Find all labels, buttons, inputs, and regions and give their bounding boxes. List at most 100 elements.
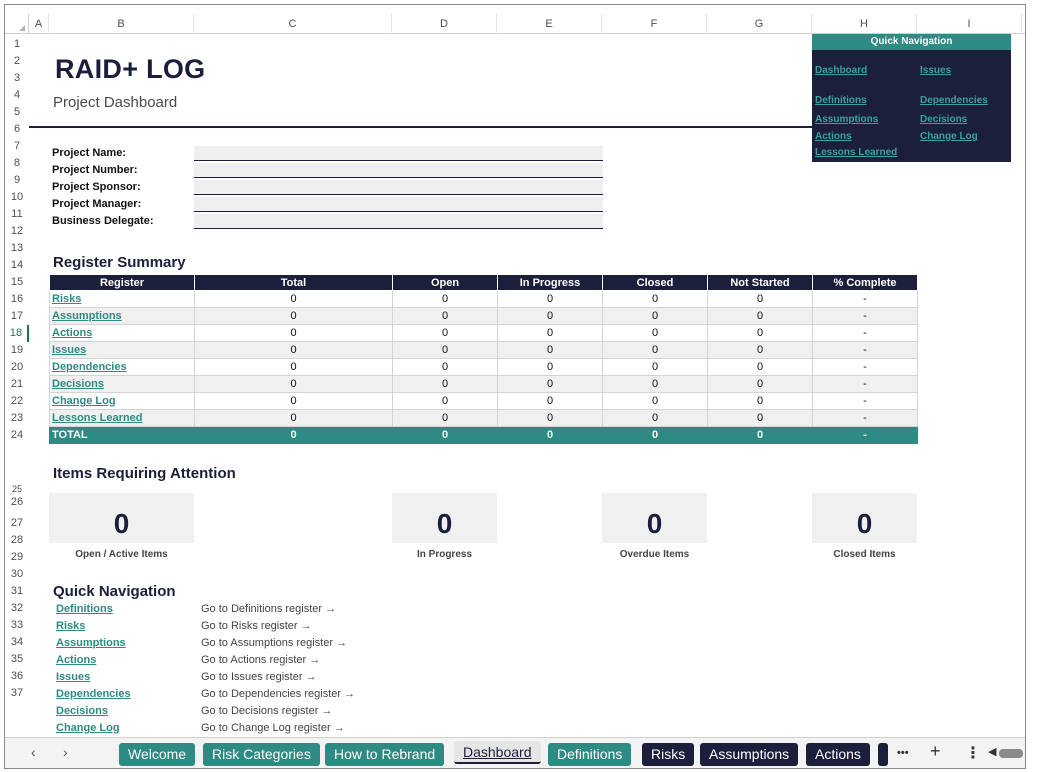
register-link[interactable]: Issues (52, 344, 86, 356)
row-header-17[interactable]: 17 (5, 308, 29, 325)
select-all-corner[interactable] (5, 14, 29, 34)
tab-scroll-prev-icon[interactable]: ‹ (31, 744, 36, 760)
qnav-link-definitions[interactable]: Definitions (815, 95, 867, 106)
row-header-37[interactable]: 37 (5, 685, 29, 702)
business-delegate-field[interactable] (194, 214, 603, 229)
qnav-link-change-log[interactable]: Change Log (920, 131, 978, 142)
quick-nav-link[interactable]: Risks (56, 620, 85, 632)
row-header-23[interactable]: 23 (5, 410, 29, 427)
row-header-32[interactable]: 32 (5, 600, 29, 617)
quick-nav-link[interactable]: Dependencies (56, 688, 131, 700)
col-total: Total (194, 274, 393, 291)
tab-assumptions[interactable]: Assumptions (700, 743, 799, 766)
add-sheet-icon[interactable]: + (930, 741, 941, 762)
register-link[interactable]: Assumptions (52, 310, 122, 322)
row-header-33[interactable]: 33 (5, 617, 29, 634)
row-header-24[interactable]: 24 (5, 427, 29, 444)
tab-how-to-rebrand[interactable]: How to Rebrand (325, 743, 445, 766)
quick-nav-link[interactable]: Issues (56, 671, 90, 683)
row-header-28[interactable]: 28 (5, 532, 29, 549)
project-number-field[interactable] (194, 163, 603, 178)
card-overdue-value: 0 (602, 493, 707, 543)
row-header-29[interactable]: 29 (5, 549, 29, 566)
register-link[interactable]: Decisions (52, 378, 104, 390)
row-header-9[interactable]: 9 (5, 172, 29, 189)
qnav-link-actions[interactable]: Actions (815, 131, 852, 142)
row-header-11[interactable]: 11 (5, 206, 29, 223)
col-header-e[interactable]: E (497, 14, 602, 34)
col-header-h[interactable]: H (812, 14, 917, 34)
row-header-7[interactable]: 7 (5, 138, 29, 155)
quick-nav-box-title: Quick Navigation (812, 34, 1011, 50)
tab-risks[interactable]: Risks (642, 743, 695, 766)
row-header-19[interactable]: 19 (5, 342, 29, 359)
horizontal-scrollbar[interactable] (999, 749, 1023, 758)
quick-nav-link[interactable]: Change Log (56, 722, 120, 734)
row-header-12[interactable]: 12 (5, 223, 29, 240)
row-header-10[interactable]: 10 (5, 189, 29, 206)
project-name-field[interactable] (194, 146, 603, 161)
qnav-link-assumptions[interactable]: Assumptions (815, 114, 878, 125)
register-link[interactable]: Change Log (52, 395, 116, 407)
row-header-30[interactable]: 30 (5, 566, 29, 583)
col-not-started: Not Started (707, 274, 813, 291)
col-header-c[interactable]: C (194, 14, 392, 34)
row-header-5[interactable]: 5 (5, 104, 29, 121)
row-header-22[interactable]: 22 (5, 393, 29, 410)
tab-welcome[interactable]: Welcome (119, 743, 196, 766)
row-header-8[interactable]: 8 (5, 155, 29, 172)
tab-scroll-next-icon[interactable]: › (63, 744, 68, 760)
table-row: Decisions 0 0 0 0 0- (49, 375, 918, 393)
tab-dashboard[interactable]: Dashboard (454, 741, 541, 764)
row-header-2[interactable]: 2 (5, 53, 29, 70)
tab-risk-categories[interactable]: Risk Categories (203, 743, 320, 766)
row-header-18[interactable]: 18 (5, 325, 29, 342)
col-header-d[interactable]: D (392, 14, 497, 34)
row-header-36[interactable]: 36 (5, 668, 29, 685)
row-header-34[interactable]: 34 (5, 634, 29, 651)
register-pct-cell: - (812, 307, 918, 325)
row-header-13[interactable]: 13 (5, 240, 29, 257)
row-header-26[interactable]: 26 (5, 491, 29, 514)
row-header-20[interactable]: 20 (5, 359, 29, 376)
sheet-menu-icon[interactable]: ⋮ (965, 743, 981, 763)
quick-nav-link[interactable]: Decisions (56, 705, 108, 717)
row-header-14[interactable]: 14 (5, 257, 29, 274)
col-header-f[interactable]: F (602, 14, 707, 34)
scroll-left-icon[interactable]: ◀ (988, 745, 996, 758)
qnav-link-dependencies[interactable]: Dependencies (920, 95, 988, 106)
spreadsheet-window: A B C D E F G H I 1 2 3 4 5 6 7 8 9 10 11 12 13 14 15 1… (4, 4, 1026, 769)
register-link[interactable]: Lessons Learned (52, 412, 142, 424)
more-tabs-icon[interactable]: ••• (897, 747, 909, 759)
row-header-3[interactable]: 3 (5, 70, 29, 87)
register-link[interactable]: Dependencies (52, 361, 127, 373)
register-link[interactable]: Actions (52, 327, 92, 339)
quick-nav-link[interactable]: Actions (56, 654, 96, 666)
col-header-a[interactable]: A (29, 14, 49, 34)
col-register: Register (49, 274, 195, 291)
row-header-35[interactable]: 35 (5, 651, 29, 668)
tab-overflow-partial[interactable] (878, 743, 888, 766)
tab-definitions[interactable]: Definitions (548, 743, 632, 766)
row-header-21[interactable]: 21 (5, 376, 29, 393)
row-header-4[interactable]: 4 (5, 87, 29, 104)
col-header-b[interactable]: B (49, 14, 194, 34)
col-header-i[interactable]: I (917, 14, 1022, 34)
project-manager-field[interactable] (194, 197, 603, 212)
row-header-1[interactable]: 1 (5, 36, 29, 53)
quick-nav-link[interactable]: Definitions (56, 603, 113, 615)
qnav-link-issues[interactable]: Issues (920, 65, 951, 76)
row-header-15[interactable]: 15 (5, 274, 29, 291)
row-header-16[interactable]: 16 (5, 291, 29, 308)
col-header-g[interactable]: G (707, 14, 812, 34)
qnav-link-decisions[interactable]: Decisions (920, 114, 967, 125)
tab-actions[interactable]: Actions (806, 743, 870, 766)
qnav-link-dashboard[interactable]: Dashboard (815, 65, 867, 76)
project-sponsor-field[interactable] (194, 180, 603, 195)
qnav-link-lessons-learned[interactable]: Lessons Learned (815, 147, 897, 158)
row-header-6[interactable]: 6 (5, 121, 29, 138)
register-link[interactable]: Risks (52, 293, 81, 305)
quick-nav-link[interactable]: Assumptions (56, 637, 126, 649)
row-header-31[interactable]: 31 (5, 583, 29, 600)
row-header-27[interactable]: 27 (5, 514, 29, 532)
